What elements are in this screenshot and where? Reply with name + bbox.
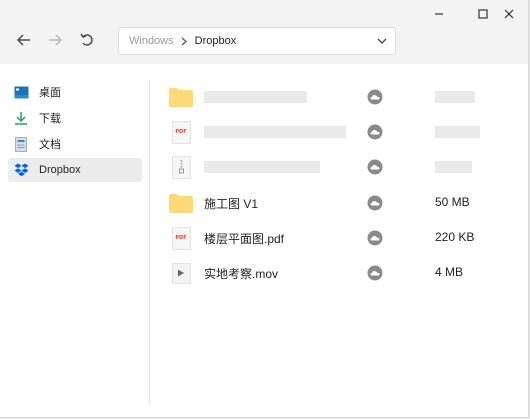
sidebar-item-downloads[interactable]: 下载 [8,106,142,130]
cloud-icon [367,89,383,110]
cloud-icon [367,195,383,216]
loading-bar [204,126,346,138]
file-name: 实地考察.mov [204,267,279,281]
cloud-icon [367,230,383,251]
sidebar: 桌面 下载 文档 Dropbox [0,64,149,417]
zip-file-icon [168,155,194,179]
chevron-down-icon[interactable] [377,36,387,48]
undo-icon [80,33,93,46]
sidebar-item-desktop[interactable]: 桌面 [8,80,142,104]
desktop-icon [13,84,29,100]
download-icon [13,110,29,126]
cloud-icon [367,265,383,286]
file-explorer-window: Windows Dropbox 桌面 下载 文档 Dropbox PDF 施工图… [0,0,529,418]
file-name: 楼层平面图.pdf [204,232,285,246]
chevron-right-icon [181,37,188,46]
dropbox-icon [13,162,29,178]
pdf-badge: PDF [171,226,191,250]
list-item-placeholder: PDF [160,115,520,149]
loading-bar [435,91,475,103]
file-size: 4 MB [435,265,464,279]
sidebar-item-label: Dropbox [39,164,81,176]
back-button[interactable] [12,28,36,52]
close-icon[interactable] [499,4,519,24]
forward-button[interactable] [43,28,67,52]
breadcrumb-current[interactable]: Dropbox [195,35,237,47]
sidebar-item-label: 文档 [39,139,61,151]
loading-bar [435,126,480,138]
list-item-placeholder [160,150,520,184]
minimize-icon[interactable] [429,4,449,24]
pdf-badge: PDF [171,120,191,144]
sidebar-item-label: 下载 [39,113,61,125]
file-size: 50 MB [435,195,470,209]
list-item[interactable]: 施工图 V1 50 MB [160,186,520,220]
address-bar[interactable]: Windows Dropbox [118,27,396,55]
folder-icon [168,191,194,215]
file-size: 220 KB [435,230,475,244]
pane-divider[interactable] [149,80,150,405]
sidebar-item-dropbox[interactable]: Dropbox [8,158,142,182]
toolbar: Windows Dropbox [0,0,528,64]
maximize-icon[interactable] [473,4,493,24]
cloud-icon [367,124,383,145]
play-icon [178,269,184,277]
list-item-placeholder [160,80,520,114]
list-item[interactable]: PDF 楼层平面图.pdf 220 KB [160,221,520,255]
loading-bar [204,91,307,103]
sidebar-item-documents[interactable]: 文档 [8,132,142,156]
file-name: 施工图 V1 [204,197,259,211]
video-file-icon [168,261,194,285]
list-item[interactable]: 实地考察.mov 4 MB [160,256,520,290]
loading-bar [204,161,320,173]
document-icon [13,136,29,152]
refresh-button[interactable] [75,28,99,52]
loading-bar [435,161,472,173]
arrow-right-icon [49,34,62,46]
pdf-file-icon: PDF [168,120,194,144]
pdf-file-icon: PDF [168,226,194,250]
sidebar-item-label: 桌面 [39,87,61,99]
arrow-left-icon [17,34,30,46]
cloud-icon [367,159,383,180]
breadcrumb-root[interactable]: Windows [129,35,174,47]
folder-icon [168,85,194,109]
